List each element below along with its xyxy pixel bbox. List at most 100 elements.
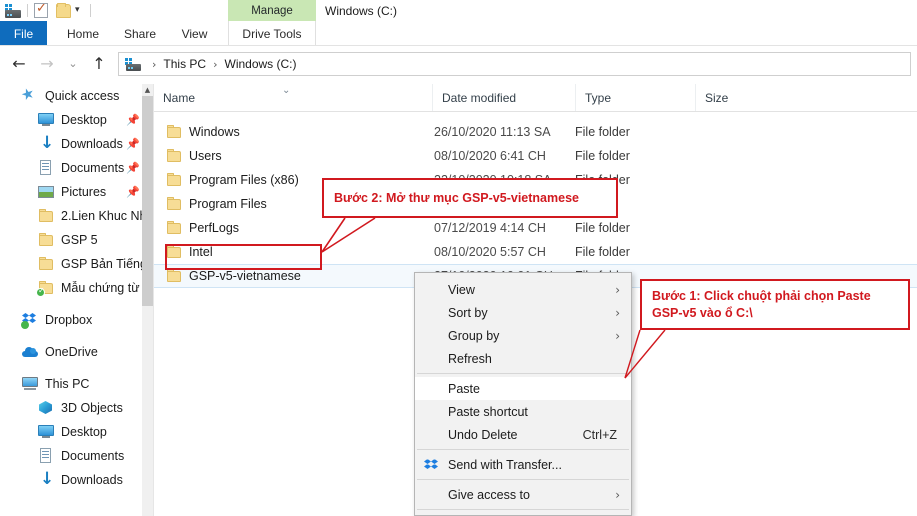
pin-icon[interactable]: 📌 [126,162,140,175]
sidebar-item-quick-access[interactable]: Quick access [0,84,152,108]
sidebar-item-label: Desktop [61,113,107,127]
sidebar-item-mau-chung-tu[interactable]: Mẫu chứng từ [0,276,152,300]
file-name-label: GSP-v5-vietnamese [189,269,301,283]
sidebar-item-3d-objects[interactable]: 3D Objects [0,396,152,420]
folder-icon [38,209,54,223]
sidebar-item-label: This PC [45,377,89,391]
sidebar-item-label: Dropbox [45,313,92,327]
tab-file[interactable]: File [0,21,47,46]
column-header-size[interactable]: Size [695,84,775,111]
menu-item-view[interactable]: View › [415,278,631,301]
menu-item-label: Paste [448,382,480,396]
tab-share-label: Share [124,27,156,41]
menu-separator [417,373,629,374]
tab-drive-tools[interactable]: Drive Tools [228,21,316,46]
customize-qat-icon[interactable]: ▾ [71,6,84,15]
file-name-cell: GSP-v5-vietnamese [166,269,301,283]
window-title-label: Windows (C:) [325,4,397,18]
sidebar-item-dropbox[interactable]: Dropbox [0,308,152,332]
sidebar-scrollbar[interactable]: ▲ [142,84,153,516]
menu-item-undo-delete[interactable]: Undo Delete Ctrl+Z [415,423,631,446]
sidebar-item-label: OneDrive [45,345,98,359]
forward-icon[interactable]: → [36,53,58,75]
sidebar-item-pictures[interactable]: Pictures 📌 [0,180,152,204]
qat-separator-1 [27,4,28,17]
sidebar-item-label: Documents [61,449,124,463]
file-name-label: Program Files (x86) [189,173,299,187]
title-bar: ▾ Manage Windows (C:) [0,0,917,21]
quick-access-toolbar: ▾ [5,2,97,19]
back-icon[interactable]: ← [8,53,30,75]
menu-item-sort-by[interactable]: Sort by › [415,301,631,324]
up-icon[interactable]: ↑ [88,53,110,75]
menu-item-paste[interactable]: Paste [415,377,631,400]
window-title: Windows (C:) [325,0,397,21]
scroll-up-icon[interactable]: ▲ [142,84,153,96]
folder-icon [166,221,182,235]
menu-item-label: Paste shortcut [448,405,528,419]
sidebar-item-onedrive[interactable]: OneDrive [0,340,152,364]
file-name-label: PerfLogs [189,221,239,235]
table-row[interactable]: PerfLogs 07/12/2019 4:14 CH File folder [154,216,917,240]
table-row[interactable]: Windows 26/10/2020 11:13 SA File folder [154,120,917,144]
menu-item-refresh[interactable]: Refresh [415,347,631,370]
sidebar-item-documents-pc[interactable]: Documents [0,444,152,468]
pin-icon[interactable]: 📌 [126,114,140,127]
sidebar-item-documents[interactable]: Documents 📌 [0,156,152,180]
folder-icon [166,125,182,139]
column-header-type[interactable]: Type [575,84,695,111]
sidebar-item-label: Documents [61,161,124,175]
star-icon [22,88,38,104]
sidebar-item-gsp-ban-tieng-viet[interactable]: GSP Bản Tiếng V [0,252,152,276]
sidebar-item-label: Desktop [61,425,107,439]
breadcrumb-item-this-pc[interactable]: This PC [163,57,206,71]
menu-item-give-access-to[interactable]: Give access to › [415,483,631,506]
column-header-size-label: Size [705,91,728,105]
breadcrumb[interactable]: › This PC › Windows (C:) [118,52,911,76]
tab-home-label: Home [67,27,99,41]
pin-icon[interactable]: 📌 [126,138,140,151]
menu-item-shortcut: Ctrl+Z [583,428,617,442]
tab-view[interactable]: View [172,21,217,46]
monitor-icon [38,112,54,128]
sidebar-item-downloads-pc[interactable]: Downloads [0,468,152,492]
file-type-cell: File folder [575,125,630,139]
tab-share[interactable]: Share [115,21,165,46]
pin-icon[interactable]: 📌 [126,186,140,199]
tab-file-label: File [14,27,33,41]
tab-home[interactable]: Home [57,21,109,46]
sidebar-item-downloads[interactable]: Downloads 📌 [0,132,152,156]
sidebar-item-gsp-5[interactable]: GSP 5 [0,228,152,252]
sidebar-item-label: 3D Objects [61,401,123,415]
sidebar-item-this-pc[interactable]: This PC [0,372,152,396]
contextual-tab-header-manage: Manage [228,0,316,21]
menu-item-send-with-transfer[interactable]: Send with Transfer... [415,453,631,476]
scrollbar-thumb[interactable] [142,96,153,306]
sidebar-item-label: 2.Lien Khuc Nhu [61,209,152,223]
menu-item-paste-shortcut[interactable]: Paste shortcut [415,400,631,423]
file-name-cell: Users [166,149,222,163]
column-header-date-modified[interactable]: Date modified [432,84,575,111]
sidebar-item-label: Mẫu chứng từ [61,281,140,295]
picture-icon [38,184,54,200]
recent-locations-icon[interactable]: ⌄ [62,53,84,75]
sidebar-item-desktop[interactable]: Desktop 📌 [0,108,152,132]
new-folder-icon[interactable] [56,4,71,18]
sidebar-item-label: Pictures [61,185,106,199]
drive-icon[interactable] [5,4,21,18]
column-header-name[interactable]: Name ⌄ [154,84,432,111]
file-name-cell: Program Files (x86) [166,173,299,187]
chevron-right-icon: › [615,329,620,343]
properties-icon[interactable] [34,3,48,18]
qat-separator-2 [90,4,91,17]
menu-item-group-by[interactable]: Group by › [415,324,631,347]
file-name-cell: Program Files [166,197,267,211]
menu-item-label: Refresh [448,352,492,366]
chevron-right-icon: › [615,488,620,502]
navigation-pane: Quick access Desktop 📌 Downloads 📌 Docum… [0,84,152,516]
sidebar-item-desktop-pc[interactable]: Desktop [0,420,152,444]
breadcrumb-item-windows-c[interactable]: Windows (C:) [225,57,297,71]
column-header-name-label: Name [163,91,195,105]
sidebar-item-2-lien-khuc-nhu[interactable]: 2.Lien Khuc Nhu [0,204,152,228]
table-row[interactable]: Users 08/10/2020 6:41 CH File folder [154,144,917,168]
